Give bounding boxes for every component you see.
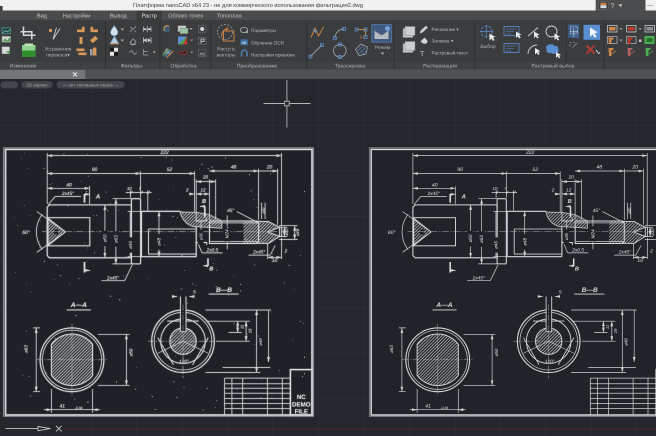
svg-text:Растр: Растр	[142, 14, 157, 20]
svg-text:Обработка: Обработка	[170, 63, 196, 69]
svg-text:Растровый текст: Растровый текст	[432, 51, 469, 56]
svg-text:Вывод: Вывод	[110, 14, 128, 20]
svg-text:Фильтры: Фильтры	[121, 63, 142, 69]
svg-text:Настройки привязки: Настройки привязки	[251, 52, 295, 57]
svg-text:АВ: АВ	[242, 41, 247, 45]
svg-text:Рисование ▾: Рисование ▾	[432, 27, 460, 32]
svg-text:Настройки: Настройки	[63, 13, 90, 20]
svg-text:Режим: Режим	[375, 45, 391, 51]
svg-text:Заливка ▾: Заливка ▾	[432, 39, 454, 44]
svg-text:перекоса▾: перекоса▾	[46, 52, 70, 58]
svg-text:Ab: Ab	[200, 52, 206, 57]
svg-text:— нет связанных видов —: — нет связанных видов —	[62, 82, 119, 87]
svg-text:B+: B+	[360, 36, 364, 40]
svg-text:Изменение: Изменение	[10, 63, 37, 69]
svg-text:Выбор: Выбор	[480, 44, 496, 50]
svg-text:Вид: Вид	[37, 14, 48, 20]
svg-text:?: ?	[611, 3, 615, 10]
svg-text:—: —	[647, 3, 653, 9]
svg-text:Растровый выбор: Растровый выбор	[532, 63, 575, 69]
svg-text:Параметры: Параметры	[251, 28, 277, 33]
svg-text:Трассировка: Трассировка	[335, 63, 366, 69]
svg-text:Растеризация: Растеризация	[423, 63, 457, 69]
svg-text:Облако точек: Облако точек	[168, 13, 203, 20]
svg-text:Платформа nanoCAD x64 23 - не: Платформа nanoCAD x64 23 - не для коммер…	[133, 2, 363, 9]
svg-text:векторы: векторы	[216, 53, 235, 59]
svg-text:Обучение OCR: Обучение OCR	[251, 40, 285, 45]
svg-text:Топоплан: Топоплан	[217, 14, 242, 20]
svg-text:Преобразование: Преобразование	[237, 63, 278, 69]
svg-text:T: T	[420, 51, 425, 58]
svg-text:2D каркас: 2D каркас	[26, 82, 48, 87]
